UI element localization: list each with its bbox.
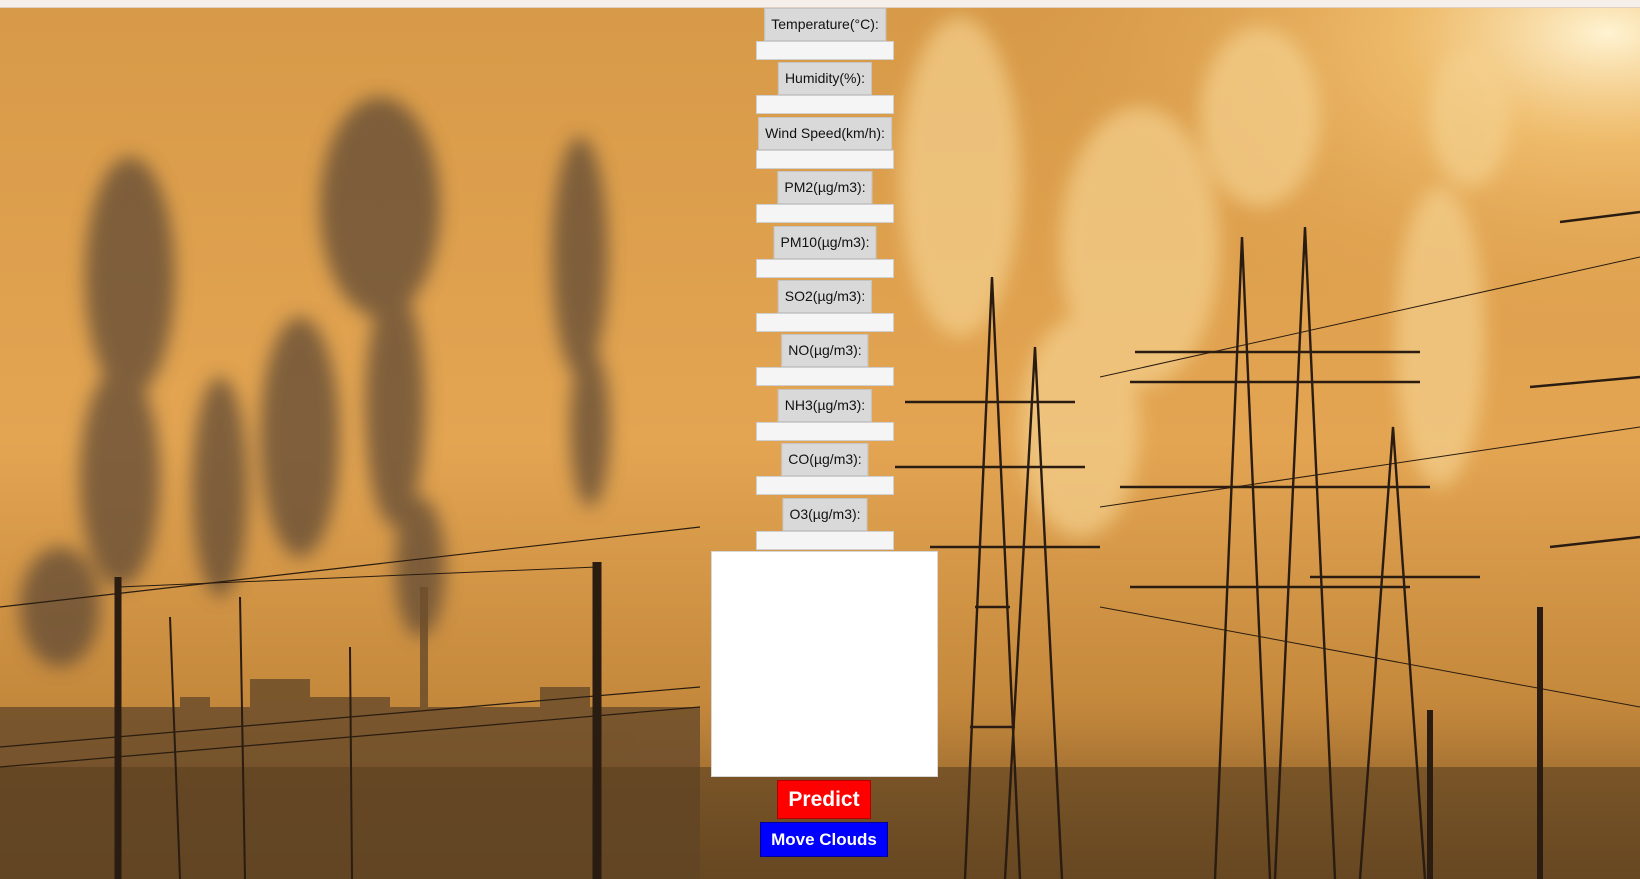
so2-label: SO2(µg/m3): bbox=[777, 279, 873, 313]
field-so2: SO2(µg/m3): bbox=[756, 279, 894, 334]
field-temperature: Temperature(°C): bbox=[756, 8, 894, 62]
temperature-label: Temperature(°C): bbox=[764, 8, 886, 41]
no-input[interactable] bbox=[756, 367, 894, 387]
prediction-output-box bbox=[711, 551, 938, 777]
field-o3: O3(µg/m3): bbox=[756, 497, 894, 552]
field-pm10: PM10(µg/m3): bbox=[756, 225, 894, 280]
so2-input[interactable] bbox=[756, 312, 894, 332]
window-top-edge bbox=[0, 0, 1640, 8]
no-label: NO(µg/m3): bbox=[781, 334, 869, 368]
pm2-input[interactable] bbox=[756, 204, 894, 224]
pm10-label: PM10(µg/m3): bbox=[773, 225, 877, 259]
field-wind-speed: Wind Speed(km/h): bbox=[756, 116, 894, 171]
app-window: Temperature(°C): Humidity(%): Wind Speed… bbox=[0, 0, 1640, 879]
pm10-input[interactable] bbox=[756, 258, 894, 278]
nh3-label: NH3(µg/m3): bbox=[777, 388, 873, 422]
pm2-label: PM2(µg/m3): bbox=[777, 171, 873, 205]
field-pm2: PM2(µg/m3): bbox=[756, 171, 894, 225]
co-input[interactable] bbox=[756, 476, 894, 496]
co-label: CO(µg/m3): bbox=[781, 443, 869, 477]
humidity-label: Humidity(%): bbox=[777, 62, 873, 96]
o3-label: O3(µg/m3): bbox=[782, 497, 868, 531]
field-nh3: NH3(µg/m3): bbox=[756, 388, 894, 443]
wind-speed-label: Wind Speed(km/h): bbox=[758, 116, 892, 150]
field-no: NO(µg/m3): bbox=[756, 334, 894, 388]
field-humidity: Humidity(%): bbox=[756, 62, 894, 116]
temperature-input[interactable] bbox=[756, 41, 894, 60]
o3-input[interactable] bbox=[756, 530, 894, 550]
nh3-input[interactable] bbox=[756, 421, 894, 441]
pollution-input-form: Temperature(°C): Humidity(%): Wind Speed… bbox=[756, 8, 894, 552]
field-co: CO(µg/m3): bbox=[756, 443, 894, 497]
humidity-input[interactable] bbox=[756, 95, 894, 115]
wind-speed-input[interactable] bbox=[756, 149, 894, 169]
predict-button[interactable]: Predict bbox=[777, 780, 871, 819]
move-clouds-button[interactable]: Move Clouds bbox=[760, 822, 888, 857]
